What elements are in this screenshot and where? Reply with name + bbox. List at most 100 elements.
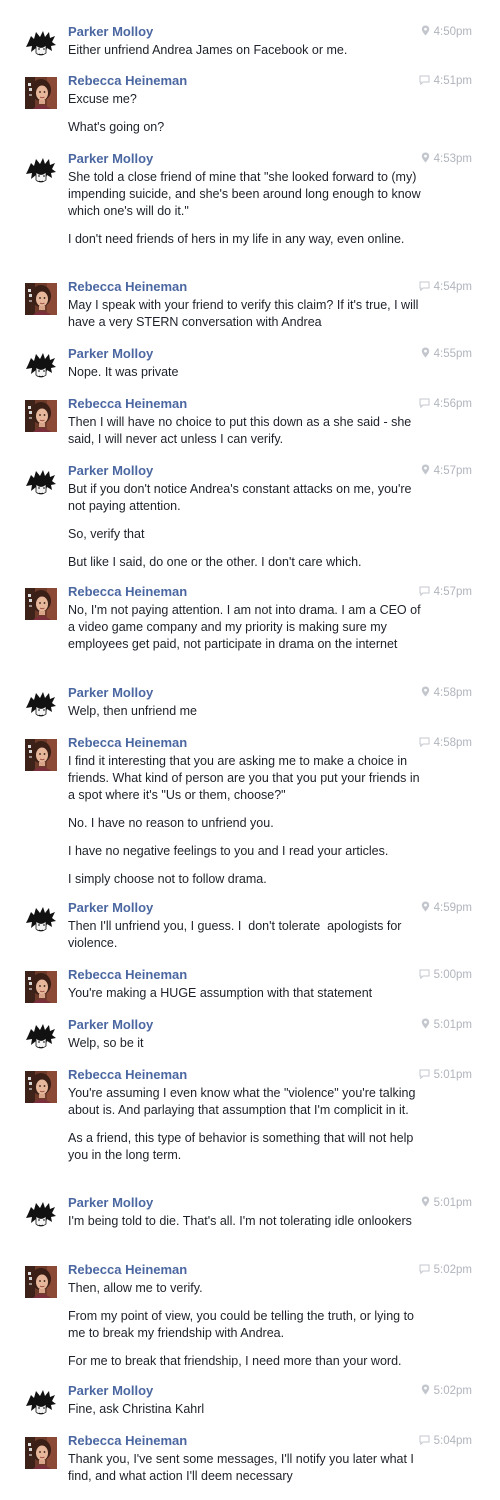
message-body: She told a close friend of mine that "sh… — [68, 169, 424, 248]
message-time: 5:01pm — [433, 1069, 472, 1081]
location-pin-icon — [421, 1384, 430, 1395]
message-meta: 4:57pm — [419, 585, 472, 599]
location-pin-icon — [421, 25, 430, 36]
parker-avatar-icon[interactable] — [25, 350, 57, 382]
location-pin-icon — [421, 152, 430, 163]
chat-bubble-icon — [419, 1264, 430, 1274]
message-meta: 4:56pm — [419, 397, 472, 411]
sender-name[interactable]: Parker Molloy — [68, 685, 153, 701]
sender-name[interactable]: Rebecca Heineman — [68, 1433, 187, 1449]
sender-name[interactable]: Rebecca Heineman — [68, 735, 187, 751]
rebecca-avatar-icon[interactable] — [25, 1437, 57, 1469]
location-pin-icon — [421, 347, 430, 358]
sender-name[interactable]: Parker Molloy — [68, 346, 153, 362]
message-text: Thank you, I've sent some messages, I'll… — [68, 1452, 418, 1483]
message-text: No. I have no reason to unfriend you. — [68, 816, 274, 830]
message-time: 5:02pm — [433, 1264, 472, 1276]
rebecca-avatar-icon[interactable] — [25, 588, 57, 620]
message-meta: 4:53pm — [421, 152, 472, 166]
sender-name[interactable]: Rebecca Heineman — [68, 584, 187, 600]
message-body: No, I'm not paying attention. I am not i… — [68, 602, 424, 653]
sender-name[interactable]: Parker Molloy — [68, 900, 153, 916]
message-body: But if you don't notice Andrea's constan… — [68, 481, 424, 571]
message-time: 4:55pm — [433, 348, 472, 360]
sender-name[interactable]: Rebecca Heineman — [68, 1067, 187, 1083]
sender-name[interactable]: Parker Molloy — [68, 463, 153, 479]
message-text: You're making a HUGE assumption with tha… — [68, 986, 373, 1000]
message-text: Fine, ask Christina Kahrl — [68, 1402, 205, 1416]
message-text: Excuse me? — [68, 92, 137, 106]
message-time: 4:58pm — [433, 687, 472, 699]
parker-avatar-icon[interactable] — [25, 1021, 57, 1053]
message-text: From my point of view, you could be tell… — [68, 1309, 418, 1340]
sender-name[interactable]: Rebecca Heineman — [68, 279, 187, 295]
message-meta: 5:04pm — [419, 1434, 472, 1448]
message-time: 4:51pm — [433, 75, 472, 87]
parker-avatar-icon[interactable] — [25, 689, 57, 721]
message-meta: 4:57pm — [421, 464, 472, 478]
sender-name[interactable]: Parker Molloy — [68, 1017, 153, 1033]
message-time: 4:54pm — [433, 281, 472, 293]
parker-avatar-icon[interactable] — [25, 904, 57, 936]
message-time: 4:56pm — [433, 398, 472, 410]
message-meta: 4:50pm — [421, 25, 472, 39]
chat-bubble-icon — [419, 75, 430, 85]
message-meta: 4:54pm — [419, 280, 472, 294]
message-text: Then, allow me to verify. — [68, 1281, 203, 1295]
rebecca-avatar-icon[interactable] — [25, 971, 57, 1003]
message-meta: 4:55pm — [421, 347, 472, 361]
message-text: As a friend, this type of behavior is so… — [68, 1131, 417, 1162]
location-pin-icon — [421, 1018, 430, 1029]
message-body: Then, allow me to verify. From my point o… — [68, 1280, 424, 1370]
message-text: I don't need friends of hers in my life … — [68, 232, 405, 246]
message-text: I'm being told to die. That's all. I'm n… — [68, 1214, 412, 1228]
message-text: I find it interesting that you are askin… — [68, 754, 424, 802]
parker-avatar-icon[interactable] — [25, 1387, 57, 1419]
chat-bubble-icon — [419, 1435, 430, 1445]
message-text: Either unfriend Andrea James on Facebook… — [68, 43, 348, 57]
chat-bubble-icon — [419, 586, 430, 596]
parker-avatar-icon[interactable] — [25, 28, 57, 60]
message-body: May I speak with your friend to verify t… — [68, 297, 424, 331]
sender-name[interactable]: Rebecca Heineman — [68, 1262, 187, 1278]
message-text: I have no negative feelings to you and I… — [68, 844, 389, 858]
parker-avatar-icon[interactable] — [25, 467, 57, 499]
message-body: Welp, then unfriend me — [68, 703, 424, 720]
message-body: I find it interesting that you are askin… — [68, 753, 424, 888]
sender-name[interactable]: Rebecca Heineman — [68, 396, 187, 412]
rebecca-avatar-icon[interactable] — [25, 283, 57, 315]
rebecca-avatar-icon[interactable] — [25, 739, 57, 771]
message-meta: 5:00pm — [419, 968, 472, 982]
sender-name[interactable]: Parker Molloy — [68, 1195, 153, 1211]
message-meta: 5:01pm — [421, 1018, 472, 1032]
parker-avatar-icon[interactable] — [25, 155, 57, 187]
rebecca-avatar-icon[interactable] — [25, 1266, 57, 1298]
rebecca-avatar-icon[interactable] — [25, 77, 57, 109]
sender-name[interactable]: Parker Molloy — [68, 1383, 153, 1399]
message-body: Either unfriend Andrea James on Facebook… — [68, 42, 424, 59]
parker-avatar-icon[interactable] — [25, 1199, 57, 1231]
message-text: What's going on? — [68, 120, 165, 134]
sender-name[interactable]: Rebecca Heineman — [68, 73, 187, 89]
rebecca-avatar-icon[interactable] — [25, 400, 57, 432]
message-body: You're assuming I even know what the "vi… — [68, 1085, 424, 1164]
message-time: 5:01pm — [433, 1019, 472, 1031]
location-pin-icon — [421, 686, 430, 697]
message-text: But if you don't notice Andrea's constan… — [68, 482, 415, 513]
message-body: Excuse me? What's going on? — [68, 91, 424, 136]
chat-bubble-icon — [419, 737, 430, 747]
rebecca-avatar-icon[interactable] — [25, 1071, 57, 1103]
sender-name[interactable]: Parker Molloy — [68, 151, 153, 167]
sender-name[interactable]: Parker Molloy — [68, 24, 153, 40]
message-text: May I speak with your friend to verify t… — [68, 298, 422, 329]
chat-bubble-icon — [419, 1069, 430, 1079]
message-body: You're making a HUGE assumption with tha… — [68, 985, 424, 1002]
message-text: But like I said, do one or the other. I … — [68, 555, 362, 569]
message-body: Nope. It was private — [68, 364, 424, 381]
message-meta: 4:58pm — [419, 736, 472, 750]
message-time: 5:00pm — [433, 969, 472, 981]
message-time: 5:01pm — [433, 1197, 472, 1209]
message-meta: 5:01pm — [421, 1196, 472, 1210]
message-text: Then I'll unfriend you, I guess. I don't… — [68, 919, 405, 950]
sender-name[interactable]: Rebecca Heineman — [68, 967, 187, 983]
